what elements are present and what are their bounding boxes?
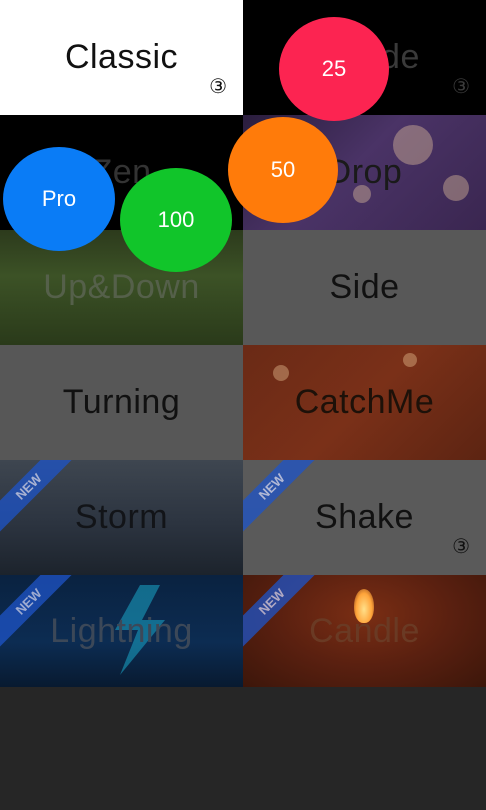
bubble-100[interactable]: 100 (120, 168, 232, 272)
mode-label: Side (329, 268, 400, 306)
mode-label: Drop (326, 153, 403, 191)
mode-side[interactable]: Side (243, 230, 486, 345)
mode-label: Up&Down (43, 268, 200, 306)
mode-catchme[interactable]: CatchMe (243, 345, 486, 460)
mode-count: ③ (452, 536, 470, 558)
mode-candle[interactable]: NEW Candle (243, 575, 486, 687)
bokeh-light (403, 353, 417, 367)
bubble-50[interactable]: 50 (228, 117, 338, 223)
mode-label: Turning (62, 383, 181, 421)
new-badge: NEW (243, 575, 319, 649)
mode-label: Classic (64, 38, 179, 76)
mode-classic[interactable]: Classic ③ (0, 0, 243, 115)
bokeh-light (273, 365, 289, 381)
mode-lightning[interactable]: NEW Lightning (0, 575, 243, 687)
mode-label: Storm (74, 498, 169, 536)
bubble-25[interactable]: 25 (279, 17, 389, 121)
mode-label: CatchMe (294, 383, 435, 421)
mode-storm[interactable]: NEW Storm (0, 460, 243, 575)
bokeh-light (443, 175, 469, 201)
mode-shake[interactable]: NEW Shake ③ (243, 460, 486, 575)
mode-count: ③ (209, 76, 227, 98)
bubble-pro[interactable]: Pro (3, 147, 115, 251)
mode-label: Shake (315, 498, 414, 536)
mode-count: ③ (452, 76, 470, 98)
mode-label: Lightning (50, 611, 193, 650)
new-badge: NEW (243, 460, 319, 534)
new-badge: NEW (0, 460, 76, 534)
mode-label: Candle (309, 611, 420, 650)
mode-turning[interactable]: Turning (0, 345, 243, 460)
